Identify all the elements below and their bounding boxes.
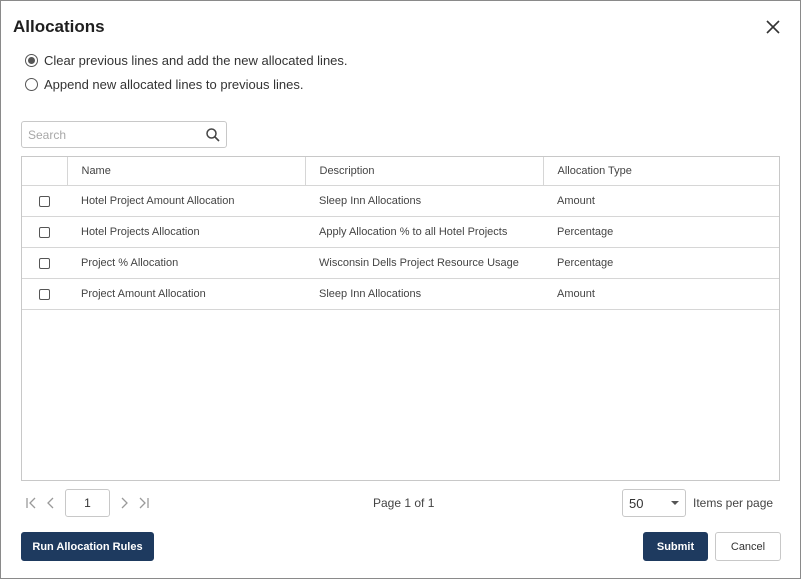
close-icon[interactable]	[763, 17, 783, 37]
cell-description: Sleep Inn Allocations	[305, 185, 543, 217]
column-header-name[interactable]: Name	[67, 157, 306, 186]
cell-type: Amount	[543, 278, 779, 310]
allocations-dialog: Allocations Clear previous lines and add…	[0, 0, 801, 579]
pager	[21, 489, 154, 517]
column-header-description[interactable]: Description	[305, 157, 544, 186]
table-row[interactable]: Hotel Project Amount Allocation Sleep In…	[22, 185, 779, 217]
last-page-icon[interactable]	[134, 489, 154, 517]
row-checkbox[interactable]	[39, 226, 50, 238]
cell-name: Hotel Project Amount Allocation	[67, 185, 305, 217]
table-row[interactable]: Hotel Projects Allocation Apply Allocati…	[22, 216, 779, 248]
cell-type: Amount	[543, 185, 779, 217]
search-input[interactable]	[26, 122, 205, 147]
radio-selected-icon[interactable]	[25, 54, 38, 67]
dialog-title: Allocations	[13, 17, 105, 36]
row-select-cell	[22, 216, 67, 248]
column-header-allocation-type[interactable]: Allocation Type	[543, 157, 779, 186]
radio-unselected-icon[interactable]	[25, 78, 38, 91]
next-page-icon[interactable]	[114, 489, 134, 517]
cell-name: Project % Allocation	[67, 247, 305, 279]
first-page-icon[interactable]	[21, 489, 41, 517]
cell-description: Sleep Inn Allocations	[305, 278, 543, 310]
table-header-row: Name Description Allocation Type	[22, 157, 779, 186]
table-row[interactable]: Project Amount Allocation Sleep Inn Allo…	[22, 278, 779, 310]
allocations-grid: Name Description Allocation Type Hotel P…	[21, 156, 780, 481]
option-append[interactable]: Append new allocated lines to previous l…	[25, 77, 303, 92]
page-info: Page 1 of 1	[373, 496, 435, 510]
search-box	[21, 121, 227, 148]
cell-type: Percentage	[543, 247, 779, 279]
run-allocation-rules-button[interactable]: Run Allocation Rules	[21, 532, 154, 561]
row-checkbox[interactable]	[39, 257, 50, 269]
items-per-page-label: Items per page	[693, 496, 774, 510]
cancel-button[interactable]: Cancel	[715, 532, 781, 561]
cell-type: Percentage	[543, 216, 779, 248]
option-append-label: Append new allocated lines to previous l…	[44, 77, 304, 92]
table-row[interactable]: Project % Allocation Wisconsin Dells Pro…	[22, 247, 779, 279]
submit-button[interactable]: Submit	[643, 532, 708, 561]
cell-name: Project Amount Allocation	[67, 278, 305, 310]
page-number-input[interactable]	[65, 489, 110, 517]
header-select	[22, 157, 68, 186]
chevron-down-icon	[671, 501, 679, 505]
cell-description: Wisconsin Dells Project Resource Usage	[305, 247, 543, 279]
row-select-cell	[22, 185, 67, 217]
row-select-cell	[22, 247, 67, 279]
row-checkbox[interactable]	[39, 195, 50, 207]
option-clear-previous[interactable]: Clear previous lines and add the new all…	[25, 53, 348, 68]
page-size-value: 50	[629, 495, 644, 511]
row-checkbox[interactable]	[39, 288, 50, 300]
previous-page-icon[interactable]	[41, 489, 61, 517]
option-clear-previous-label: Clear previous lines and add the new all…	[44, 53, 348, 68]
search-icon[interactable]	[205, 127, 221, 143]
row-select-cell	[22, 278, 67, 310]
page-size-select[interactable]: 50	[622, 489, 686, 517]
cell-name: Hotel Projects Allocation	[67, 216, 305, 248]
cell-description: Apply Allocation % to all Hotel Projects	[305, 216, 543, 248]
